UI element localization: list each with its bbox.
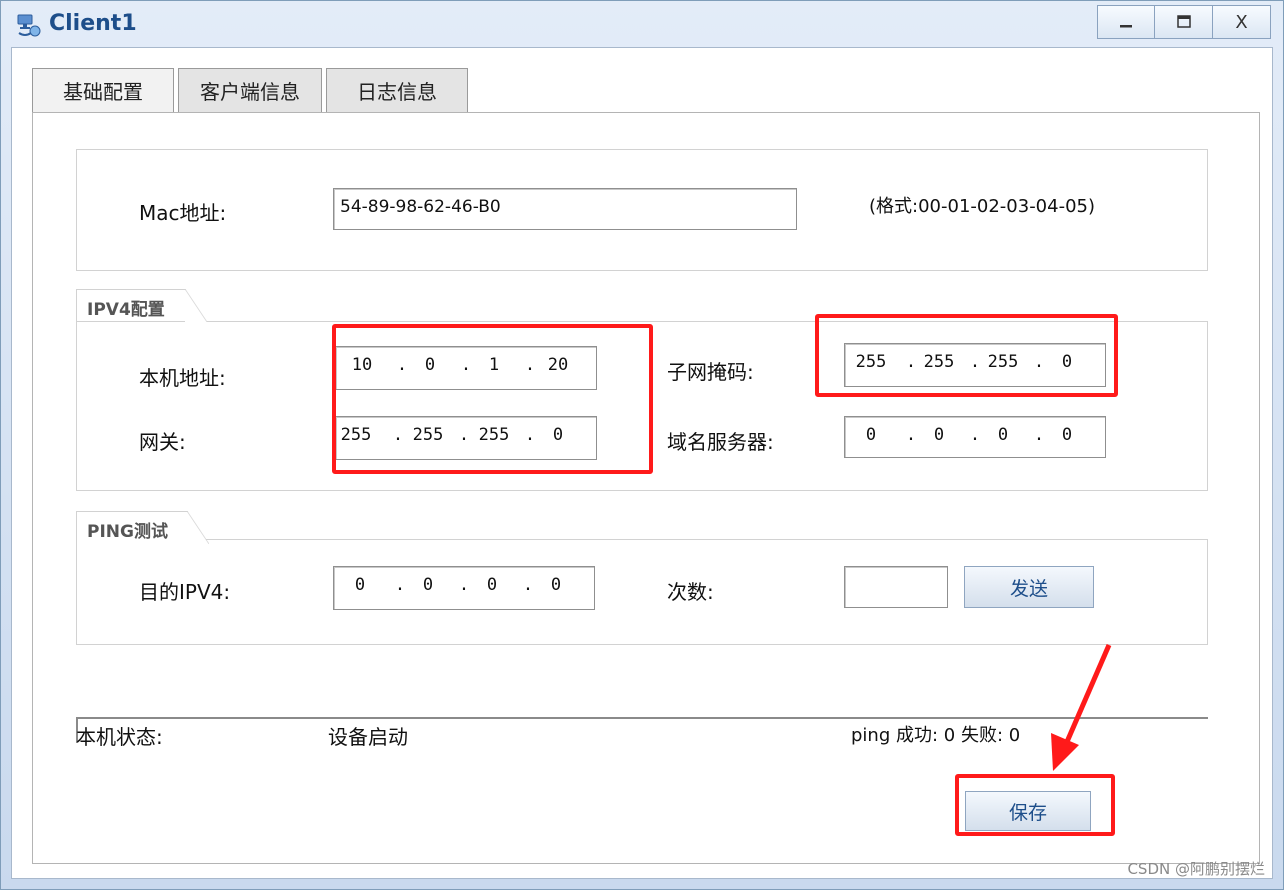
ping-group: 目的IPV4: 0 . 0 . 0 . 0 次数: 发送 bbox=[76, 539, 1208, 645]
ping-target-label: 目的IPV4: bbox=[139, 580, 231, 604]
tab-log-info[interactable]: 日志信息 bbox=[326, 68, 468, 112]
highlight-box-save bbox=[955, 774, 1115, 836]
watermark: CSDN @阿鹏别摆烂 bbox=[1127, 860, 1265, 878]
status-divider bbox=[76, 717, 1208, 719]
maximize-icon bbox=[1176, 15, 1191, 28]
ip-octet: 0 bbox=[997, 425, 1009, 445]
dns-input[interactable]: 0 . 0 . 0 . 0 bbox=[844, 416, 1106, 458]
gateway-label: 网关: bbox=[139, 430, 186, 454]
network-client-icon bbox=[17, 14, 41, 37]
ping-count-input[interactable] bbox=[844, 566, 948, 608]
ip-octet: 0 bbox=[354, 575, 366, 595]
device-status-value: 设备启动 bbox=[328, 725, 408, 749]
highlight-box-local-gateway bbox=[332, 324, 653, 474]
mac-group: Mac地址: 54-89-98-62-46-B0 (格式:00-01-02-03… bbox=[76, 149, 1208, 271]
minimize-icon bbox=[1120, 25, 1132, 28]
ip-octet: 0 bbox=[486, 575, 498, 595]
ip-octet: 0 bbox=[422, 575, 434, 595]
subnet-mask-label: 子网掩码: bbox=[667, 360, 754, 384]
title-bar[interactable]: Client1 X bbox=[1, 1, 1283, 47]
ip-octet: 0 bbox=[1061, 425, 1073, 445]
mac-format-hint: (格式:00-01-02-03-04-05) bbox=[869, 196, 1096, 217]
client-window: Client1 X 基础配置 客户端信息 日志信息 Mac地址: 54-89-9… bbox=[0, 0, 1284, 890]
ip-dot: . bbox=[1033, 425, 1045, 445]
maximize-button[interactable] bbox=[1155, 5, 1213, 39]
ip-dot: . bbox=[522, 575, 534, 595]
ping-target-input[interactable]: 0 . 0 . 0 . 0 bbox=[333, 566, 595, 610]
ip-dot: . bbox=[905, 425, 917, 445]
ip-dot: . bbox=[458, 575, 470, 595]
ipv4-section-title: IPV4配置 bbox=[76, 289, 207, 322]
local-address-label: 本机地址: bbox=[139, 366, 226, 390]
highlight-box-subnet bbox=[815, 314, 1118, 397]
dns-label: 域名服务器: bbox=[667, 430, 774, 454]
window-title: Client1 bbox=[49, 11, 137, 36]
ip-octet: 0 bbox=[550, 575, 562, 595]
red-arrow-icon bbox=[1051, 644, 1112, 771]
tab-client-info[interactable]: 客户端信息 bbox=[178, 68, 322, 112]
ping-result: ping 成功: 0 失败: 0 bbox=[851, 725, 1021, 746]
mac-input[interactable]: 54-89-98-62-46-B0 bbox=[333, 188, 797, 230]
tab-bar: 基础配置 客户端信息 日志信息 bbox=[32, 68, 472, 112]
minimize-button[interactable] bbox=[1097, 5, 1155, 39]
close-icon: X bbox=[1235, 11, 1248, 33]
ip-octet: 0 bbox=[865, 425, 877, 445]
ping-count-label: 次数: bbox=[667, 580, 714, 604]
send-button[interactable]: 发送 bbox=[964, 566, 1094, 608]
ip-dot: . bbox=[394, 575, 406, 595]
ip-octet: 0 bbox=[933, 425, 945, 445]
mac-label: Mac地址: bbox=[139, 201, 227, 225]
ip-dot: . bbox=[969, 425, 981, 445]
device-status-label: 本机状态: bbox=[76, 725, 163, 749]
ping-section-title: PING测试 bbox=[76, 511, 209, 544]
close-button[interactable]: X bbox=[1213, 5, 1271, 39]
tab-basic-config[interactable]: 基础配置 bbox=[32, 68, 174, 112]
